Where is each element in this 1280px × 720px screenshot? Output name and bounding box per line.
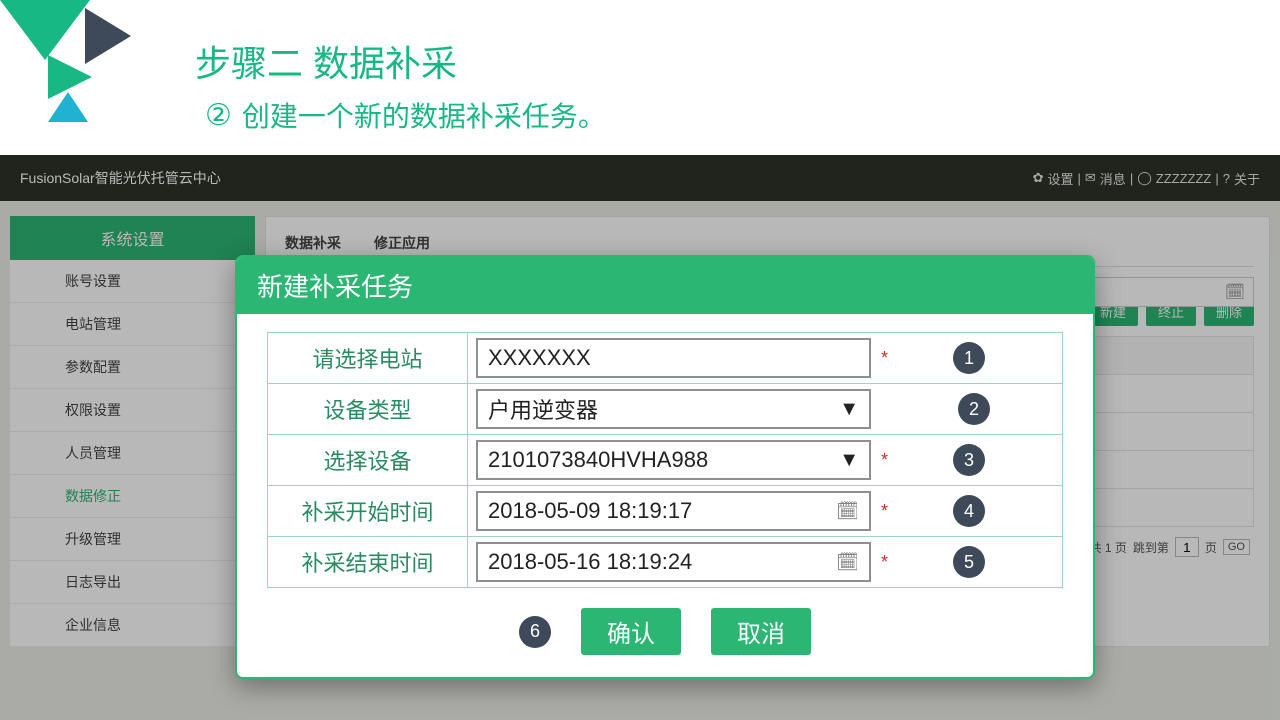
required-icon: *: [881, 450, 888, 471]
slide-title: 步骤二 数据补采: [195, 35, 457, 87]
callout-3: 3: [953, 444, 985, 476]
calendar-icon: 🗓: [836, 501, 859, 522]
label-start: 补采开始时间: [268, 486, 468, 537]
user-menu[interactable]: ◯ ZZZZZZZ: [1137, 170, 1211, 186]
required-icon: *: [881, 348, 888, 369]
sidebar: 系统设置 账号设置 电站管理 参数配置 权限设置 人员管理 数据修正 升级管理 …: [10, 216, 255, 647]
app-topbar: FusionSolar智能光伏托管云中心 ✿ 设置 | ✉ 消息 | ◯ ZZZ…: [0, 155, 1280, 201]
about-link[interactable]: ? 关于: [1223, 169, 1260, 188]
calendar-icon: 🗓: [836, 552, 859, 573]
decor-triangle: [48, 92, 88, 122]
station-input[interactable]: XXXXXXX: [476, 338, 871, 378]
sidebar-item-staff[interactable]: 人员管理: [10, 432, 255, 475]
devtype-select[interactable]: 户用逆变器 ▼: [476, 389, 871, 429]
user-icon: ◯: [1137, 170, 1152, 186]
page-input[interactable]: [1175, 537, 1199, 557]
calendar-icon: 🗓: [1225, 282, 1245, 302]
separator: |: [1078, 171, 1081, 186]
sidebar-item-account[interactable]: 账号设置: [10, 260, 255, 303]
go-button[interactable]: GO: [1223, 539, 1250, 555]
confirm-button[interactable]: 确认: [581, 608, 681, 655]
label-devtype: 设备类型: [268, 384, 468, 435]
sidebar-item-params[interactable]: 参数配置: [10, 346, 255, 389]
end-time-input[interactable]: 2018-05-16 18:19:24 🗓: [476, 542, 871, 582]
chevron-down-icon: ▼: [839, 398, 859, 421]
decor-triangle: [0, 0, 90, 60]
callout-4: 4: [953, 495, 985, 527]
sidebar-item-company[interactable]: 企业信息: [10, 604, 255, 647]
sidebar-item-upgrade[interactable]: 升级管理: [10, 518, 255, 561]
callout-2: 2: [958, 393, 990, 425]
help-icon: ?: [1223, 171, 1230, 186]
sidebar-item-perms[interactable]: 权限设置: [10, 389, 255, 432]
separator: |: [1215, 171, 1218, 186]
device-select[interactable]: 2101073840HVHA988 ▼: [476, 440, 871, 480]
required-icon: *: [881, 501, 888, 522]
settings-link[interactable]: ✿ 设置: [1033, 169, 1074, 188]
label-station: 请选择电站: [268, 333, 468, 384]
callout-5: 5: [953, 546, 985, 578]
gear-icon: ✿: [1033, 170, 1044, 186]
mail-icon: ✉: [1085, 170, 1096, 186]
separator: |: [1130, 171, 1133, 186]
messages-link[interactable]: ✉ 消息: [1085, 169, 1126, 188]
callout-1: 1: [953, 342, 985, 374]
label-end: 补采结束时间: [268, 537, 468, 588]
cancel-button[interactable]: 取消: [711, 608, 811, 655]
sidebar-heading: 系统设置: [10, 216, 255, 260]
start-time-input[interactable]: 2018-05-09 18:19:17 🗓: [476, 491, 871, 531]
slide-subtitle: 创建一个新的数据补采任务。: [242, 95, 606, 135]
modal-title: 新建补采任务: [237, 257, 1093, 314]
date-filter-input[interactable]: 🗓: [1074, 277, 1254, 307]
brand-label: FusionSolar智能光伏托管云中心: [20, 168, 221, 188]
sidebar-item-data-fix[interactable]: 数据修正: [10, 475, 255, 518]
step-number-icon: ②: [205, 98, 232, 133]
label-device: 选择设备: [268, 435, 468, 486]
sidebar-item-plant[interactable]: 电站管理: [10, 303, 255, 346]
chevron-down-icon: ▼: [839, 449, 859, 472]
required-icon: *: [881, 552, 888, 573]
callout-6: 6: [519, 616, 551, 648]
sidebar-item-logs[interactable]: 日志导出: [10, 561, 255, 604]
new-task-modal: 新建补采任务 请选择电站 XXXXXXX * 1: [235, 255, 1095, 679]
